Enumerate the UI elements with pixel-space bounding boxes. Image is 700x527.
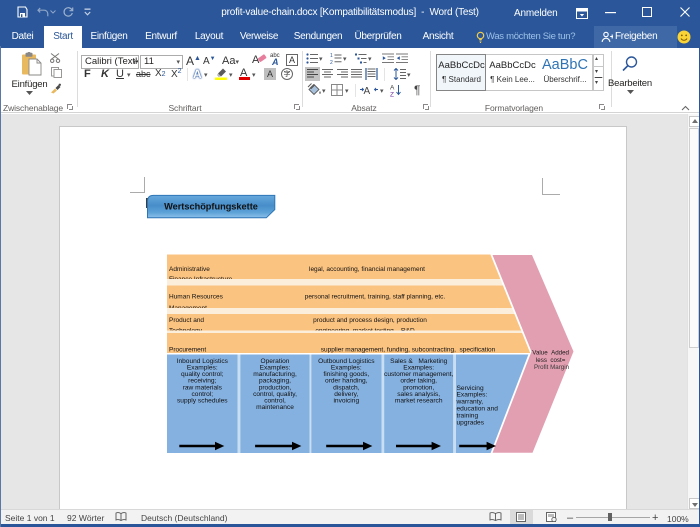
svg-text:personal recruitment, training: personal recruitment, training, staff pl… [305, 293, 446, 300]
svg-text:2: 2 [330, 60, 333, 64]
svg-text:Human Resources: Human Resources [169, 293, 224, 300]
svg-text:Z: Z [390, 92, 394, 98]
svg-text:maintenance: maintenance [256, 404, 294, 411]
svg-text:Value Added less cost=: Value Added less cost= Profit Margin [532, 350, 570, 372]
svg-text:Product and: Product and [169, 317, 204, 324]
svg-text:Wertschöpfungskette: Wertschöpfungskette [164, 202, 258, 212]
svg-text:invoicing: invoicing [333, 398, 359, 405]
svg-text:Procurement: Procurement [169, 347, 206, 354]
svg-text:A: A [390, 85, 395, 92]
svg-text:Administrative: Administrative [169, 266, 210, 273]
svg-text:upgrades: upgrades [457, 419, 485, 426]
svg-text:legal, accounting, financial m: legal, accounting, financial management [309, 266, 425, 273]
svg-text:1: 1 [330, 53, 333, 59]
svg-text:supply schedules: supply schedules [177, 398, 228, 405]
svg-text:product and process design, pr: product and process design, production [313, 317, 427, 324]
svg-text:A: A [364, 86, 371, 96]
svg-text:market research: market research [395, 398, 443, 405]
svg-text:supplier management, funding,: supplier management, funding, subcontrac… [321, 347, 496, 354]
